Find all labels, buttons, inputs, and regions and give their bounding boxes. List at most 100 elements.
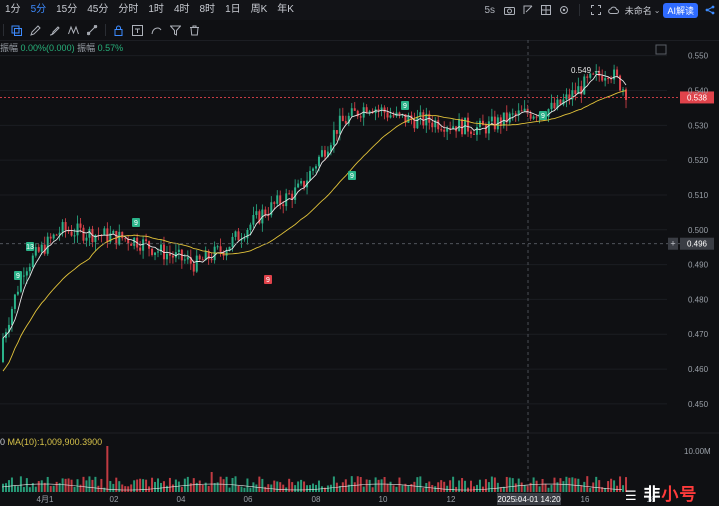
price-axis: 0.550 0.540 0.530 0.520 0.510 0.500 0.490 0.480… xyxy=(684,52,711,456)
time-tick-label: 06 xyxy=(244,495,253,504)
brush-icon[interactable] xyxy=(45,20,64,40)
volume-bar xyxy=(380,479,383,492)
pattern-icon[interactable] xyxy=(64,20,83,40)
grid-icon[interactable] xyxy=(537,0,555,20)
volume-bar xyxy=(344,479,347,492)
td-marker-label: 9 xyxy=(350,173,354,180)
candle-body xyxy=(392,115,395,117)
price-candles xyxy=(2,64,628,364)
period-tab[interactable]: 45分 xyxy=(82,0,113,20)
volume-bar xyxy=(484,479,487,492)
candle-body xyxy=(472,133,475,135)
share-icon[interactable] xyxy=(701,0,719,20)
candle-body xyxy=(139,247,142,251)
period-tab[interactable]: 年K xyxy=(272,0,299,20)
layout-name[interactable]: 未命名 xyxy=(623,4,654,17)
chevron-down-icon[interactable]: ⌄ xyxy=(654,6,661,15)
volume-bar xyxy=(46,476,49,492)
candle-body xyxy=(10,308,13,325)
volume-bar xyxy=(124,486,127,492)
candle-body xyxy=(37,247,40,252)
td-marker-label: 9 xyxy=(403,103,407,110)
text-icon[interactable] xyxy=(128,20,147,40)
period-tab[interactable]: 8时 xyxy=(195,0,221,20)
candle-body xyxy=(398,112,401,115)
volume-bar xyxy=(168,477,171,492)
candle-body xyxy=(470,131,473,134)
period-tab[interactable]: 4时 xyxy=(169,0,195,20)
volume-bar xyxy=(213,483,216,492)
camera-icon[interactable] xyxy=(501,0,519,20)
period-tab[interactable]: 15分 xyxy=(51,0,82,20)
candle-body xyxy=(467,117,470,132)
volume-bar xyxy=(589,487,592,492)
volume-bar xyxy=(306,485,309,492)
fullscreen-icon[interactable] xyxy=(587,0,605,20)
edit-icon[interactable] xyxy=(519,0,537,20)
candle-body xyxy=(547,109,550,117)
candle-body xyxy=(264,209,267,216)
volume-bar xyxy=(171,484,174,492)
select-icon[interactable] xyxy=(7,20,26,40)
volume-bar xyxy=(332,476,335,492)
td-marker-label: 9 xyxy=(266,277,270,284)
volume-bar xyxy=(598,480,601,492)
volume-bar xyxy=(410,484,413,492)
volume-bar xyxy=(82,476,85,492)
period-tab[interactable]: 1日 xyxy=(220,0,246,20)
candle-body xyxy=(437,120,440,130)
volume-bar xyxy=(70,479,73,492)
volume-bar xyxy=(547,487,550,492)
candle-body xyxy=(82,227,85,241)
ai-analysis-button[interactable]: AI解读 xyxy=(663,2,698,18)
volume-bar xyxy=(207,485,210,492)
volume-bar xyxy=(19,476,22,492)
period-tab[interactable]: 分时 xyxy=(113,0,143,20)
cloud-icon[interactable] xyxy=(605,0,623,20)
candle-body xyxy=(246,229,249,239)
filter-icon[interactable] xyxy=(166,20,185,40)
volume-axis-label: 10.00M xyxy=(684,447,711,456)
trash-icon[interactable] xyxy=(185,20,204,40)
fib-icon[interactable] xyxy=(83,20,102,40)
candle-body xyxy=(124,238,127,240)
curve-icon[interactable] xyxy=(147,20,166,40)
volume-bar xyxy=(511,478,514,492)
volume-bar xyxy=(431,485,434,492)
volume-bar xyxy=(294,485,297,492)
lock-icon[interactable] xyxy=(109,20,128,40)
volume-bar xyxy=(174,479,177,492)
candlestick-chart[interactable]: 0.538+ 0.4962025-04-01 14:200.549 →913999… xyxy=(0,40,719,506)
volume-bar xyxy=(329,484,332,492)
candle-body xyxy=(121,231,124,239)
period-tab[interactable]: 1时 xyxy=(143,0,169,20)
volume-bar xyxy=(493,477,496,492)
candle-body xyxy=(234,231,237,237)
settings-icon[interactable] xyxy=(555,0,573,20)
candle-body xyxy=(145,239,148,242)
logo-text-2: 小号 xyxy=(661,485,698,504)
candle-body xyxy=(365,107,368,113)
volume-bar xyxy=(79,484,82,492)
volume-bar xyxy=(249,487,252,492)
volume-bar xyxy=(529,482,532,492)
candle-body xyxy=(586,76,589,78)
candle-body xyxy=(186,257,189,260)
volume-bar xyxy=(541,478,544,492)
interval-label[interactable]: 5s xyxy=(479,0,501,20)
drawing-toolbar xyxy=(0,20,719,41)
candle-body xyxy=(52,234,55,239)
candle-body xyxy=(493,116,496,130)
period-tab[interactable]: 1分 xyxy=(0,0,26,20)
period-tab[interactable]: 5分 xyxy=(26,0,52,20)
candle-body xyxy=(22,275,25,277)
candle-body xyxy=(210,259,213,261)
volume-bar xyxy=(472,486,475,492)
volume-bar xyxy=(94,476,97,492)
volume-bar xyxy=(437,482,440,492)
period-tab[interactable]: 周K xyxy=(246,0,273,20)
volume-bar xyxy=(586,476,589,492)
volume-bar xyxy=(255,484,258,492)
pen-icon[interactable] xyxy=(26,20,45,40)
volume-bar xyxy=(243,487,246,492)
